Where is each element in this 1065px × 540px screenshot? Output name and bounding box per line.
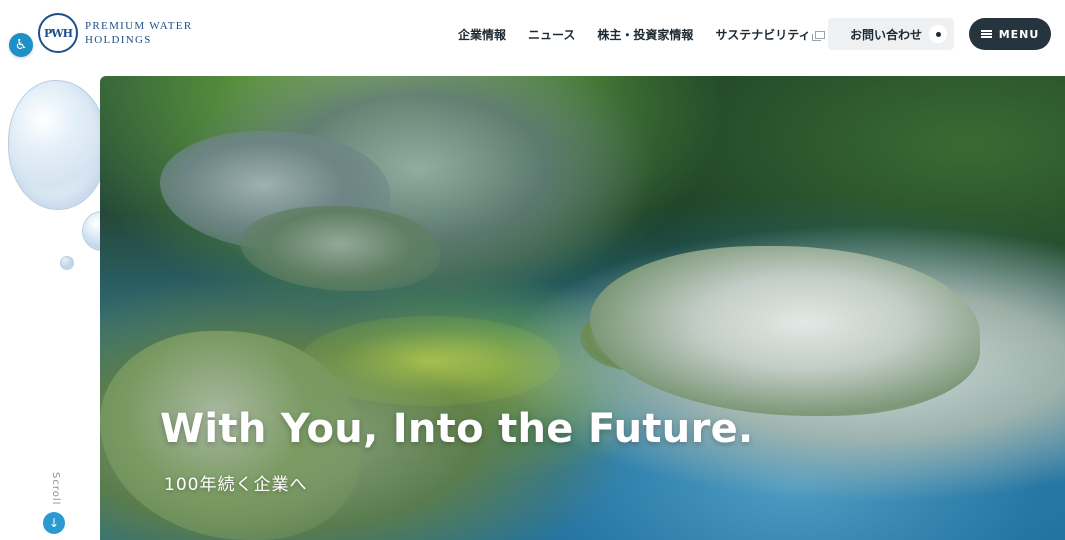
dot-icon	[929, 25, 947, 43]
logo-line-2: Holdings	[85, 34, 152, 46]
logo-mark: PWH	[38, 13, 78, 53]
arrow-down-icon[interactable]: ↓	[43, 512, 65, 534]
bubble-decoration	[8, 80, 108, 210]
hamburger-icon	[980, 30, 992, 38]
hero-rock	[240, 206, 440, 291]
scroll-label: Scroll	[50, 472, 61, 506]
logo-line-1: Premium Water	[85, 20, 193, 32]
accessibility-icon[interactable]: ♿	[9, 33, 33, 57]
main-nav: 企業情報 ニュース 株主・投資家情報 サステナビリティ	[458, 26, 847, 43]
menu-button[interactable]: MENU	[969, 18, 1051, 50]
bubble-decoration-tiny	[60, 256, 74, 270]
external-link-icon	[812, 30, 826, 41]
nav-item-sustainability-label: サステナビリティ	[715, 28, 811, 42]
logo-text: Premium Water Holdings	[85, 19, 192, 47]
nav-item-news[interactable]: ニュース	[528, 26, 575, 43]
nav-item-sustainability[interactable]: サステナビリティ	[715, 26, 826, 43]
hero-rock	[590, 246, 980, 416]
hero-image: With You, Into the Future. 100年続く企業へ	[100, 76, 1065, 540]
hero-title: With You, Into the Future.	[160, 406, 754, 452]
nav-item-company[interactable]: 企業情報	[458, 26, 506, 43]
logo[interactable]: PWH Premium Water Holdings	[38, 13, 192, 53]
nav-item-ir[interactable]: 株主・投資家情報	[597, 26, 693, 43]
contact-button[interactable]: お問い合わせ	[828, 18, 954, 50]
hero-subtitle: 100年続く企業へ	[164, 475, 308, 495]
menu-button-label: MENU	[998, 27, 1040, 41]
contact-button-label: お問い合わせ	[850, 27, 923, 42]
